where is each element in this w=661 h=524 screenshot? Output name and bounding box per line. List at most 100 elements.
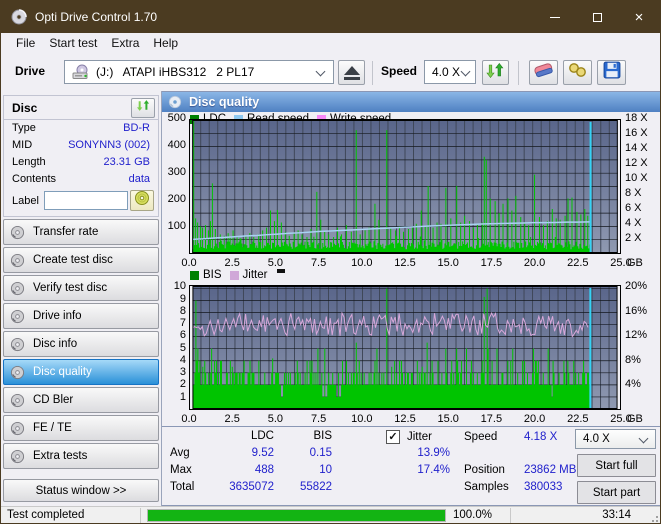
chart1-y-right-tick: 18 X <box>625 112 648 124</box>
chart2-y-left-tick: 8 <box>179 304 186 317</box>
sidebar-item-disc-info[interactable]: Disc info <box>3 331 159 357</box>
chart2-y-left-tick: 2 <box>179 378 186 391</box>
chart1-y-right-tick: 8 X <box>625 187 642 199</box>
close-icon: × <box>634 8 644 26</box>
speed-select-toolbar[interactable]: 4.0 X <box>424 60 476 84</box>
legend-swatch <box>190 270 199 280</box>
disc-icon <box>10 449 25 464</box>
field-label: MID <box>12 139 33 151</box>
progress-percent: 100.0% <box>453 509 493 521</box>
chart2-y-left-tick: 10 <box>173 280 186 293</box>
close-button[interactable]: × <box>618 1 660 33</box>
disc-field-length: Length 23.31 GB <box>4 154 158 171</box>
resize-grip[interactable] <box>648 512 658 522</box>
avg-bis: 0.15 <box>309 447 332 459</box>
disc-icon <box>10 337 25 352</box>
jitter-checkbox[interactable]: ✓ <box>386 430 400 444</box>
sidebar-item-cd-bler[interactable]: CD Bler <box>3 387 159 413</box>
chart1-y-right-tick: 10 X <box>625 172 648 184</box>
sidebar-item-label: Disc quality <box>33 366 92 378</box>
disc-field-contents: Contents data <box>4 171 158 188</box>
disc-refresh-button[interactable] <box>131 98 155 118</box>
drive-value: (J:) ATAPI iHBS312 2 PL17 <box>96 65 255 79</box>
chart1-x-tick: 17.5 <box>480 257 503 269</box>
chart2-y-left-tick: 9 <box>179 292 186 305</box>
avg-ldc: 9.52 <box>251 447 274 459</box>
position-label: Position <box>464 464 505 476</box>
sidebar-item-drive-info[interactable]: Drive info <box>3 303 159 329</box>
sidebar: Disc Type BD-R MID SONYNN3 (002) Length 23.31… <box>1 91 162 506</box>
disc-icon <box>10 309 25 324</box>
disc-icon <box>10 225 25 240</box>
refresh-icon <box>486 62 505 84</box>
field-label: Contents <box>12 173 57 185</box>
sidebar-item-disc-quality[interactable]: Disc quality <box>3 359 159 385</box>
menu-extra[interactable]: Extra <box>104 34 146 52</box>
erase-button[interactable] <box>529 60 558 85</box>
start-full-button[interactable]: Start full <box>577 454 656 477</box>
menu-start-test[interactable]: Start test <box>42 34 104 52</box>
sidebar-item-create-test-disc[interactable]: Create test disc <box>3 247 159 273</box>
eject-button[interactable] <box>338 60 365 85</box>
drive-select[interactable]: (J:) ATAPI iHBS312 2 PL17 <box>64 60 334 84</box>
app-window: Opti Drive Control 1.70 × File Start tes… <box>0 0 661 524</box>
chart1-y-left-tick: 300 <box>167 166 186 178</box>
minimize-button[interactable] <box>534 1 576 33</box>
chart1-y-right-tick: 12 X <box>625 157 648 169</box>
chart1-x-tick: 0.0 <box>181 257 197 269</box>
sidebar-item-verify-test-disc[interactable]: Verify test disc <box>3 275 159 301</box>
sidebar-item-fe-te[interactable]: FE / TE <box>3 415 159 441</box>
avg-jitter: 13.9% <box>417 447 450 459</box>
status-window-button[interactable]: Status window >> <box>3 479 159 502</box>
chart1-y-left-tick: 200 <box>167 193 186 205</box>
chart1-y-right-tick: 6 X <box>625 202 642 214</box>
field-value: SONYNN3 (002) <box>68 139 150 151</box>
start-part-button[interactable]: Start part <box>577 481 656 504</box>
menu-file[interactable]: File <box>9 34 42 52</box>
chart2-x-tick: 7.5 <box>310 413 327 425</box>
test-speed-select[interactable]: 4.0 X <box>575 429 656 449</box>
test-speed-value: 4.0 X <box>583 433 610 445</box>
label-input[interactable] <box>44 191 128 210</box>
chart2-x-tick: 12.5 <box>394 413 416 425</box>
max-bis: 10 <box>319 464 332 476</box>
save-button[interactable] <box>597 60 626 85</box>
legend-label: BIS <box>203 269 222 281</box>
chart1-x-tick: 12.5 <box>394 257 416 269</box>
chart1-x-tick: 15.0 <box>437 257 459 269</box>
legend-swatch <box>229 270 239 280</box>
field-value: 23.31 GB <box>103 156 150 168</box>
samples-label: Samples <box>464 481 509 493</box>
eject-icon <box>343 65 360 80</box>
chart1-x-tick: 20.0 <box>523 257 546 269</box>
row-label-total: Total <box>170 481 195 493</box>
refresh-button[interactable] <box>482 60 509 85</box>
menu-help[interactable]: Help <box>146 34 185 52</box>
toolbar: Drive (J:) ATAPI iHBS312 2 PL17 Speed 4.… <box>1 53 660 91</box>
jitter-label: Jitter <box>407 431 432 443</box>
chart1-y-left-tick: 100 <box>167 220 186 232</box>
window-title: Opti Drive Control 1.70 <box>35 10 158 24</box>
minimize-icon <box>550 16 560 18</box>
maximize-button[interactable] <box>576 1 618 33</box>
chart2-x-tick: 15.0 <box>437 413 459 425</box>
bis-jitter-chart <box>189 285 621 410</box>
refresh-icon <box>136 99 151 117</box>
legend-label: Jitter <box>242 269 268 281</box>
sidebar-item-transfer-rate[interactable]: Transfer rate <box>3 219 159 245</box>
col-header-bis: BIS <box>313 430 332 442</box>
legend-extra-marker <box>277 269 286 273</box>
chart1-x-tick: 5.0 <box>267 257 284 269</box>
titlebar[interactable]: Opti Drive Control 1.70 × <box>1 1 660 33</box>
sidebar-item-extra-tests[interactable]: Extra tests <box>3 443 159 469</box>
chart2-legend: BIS Jitter <box>190 269 286 281</box>
label-disc-button[interactable] <box>130 190 154 211</box>
sidebar-item-label: Create test disc <box>33 254 113 266</box>
sidebar-item-label: Disc info <box>33 338 78 350</box>
maximize-icon <box>592 12 602 22</box>
chart2-x-tick: 10.0 <box>351 413 373 425</box>
chart2-y-right-tick: 20% <box>625 280 648 293</box>
chart1-y-right-tick: 4 X <box>625 217 642 229</box>
chart2-x-tick: 17.5 <box>480 413 503 425</box>
view-button[interactable] <box>563 60 592 85</box>
